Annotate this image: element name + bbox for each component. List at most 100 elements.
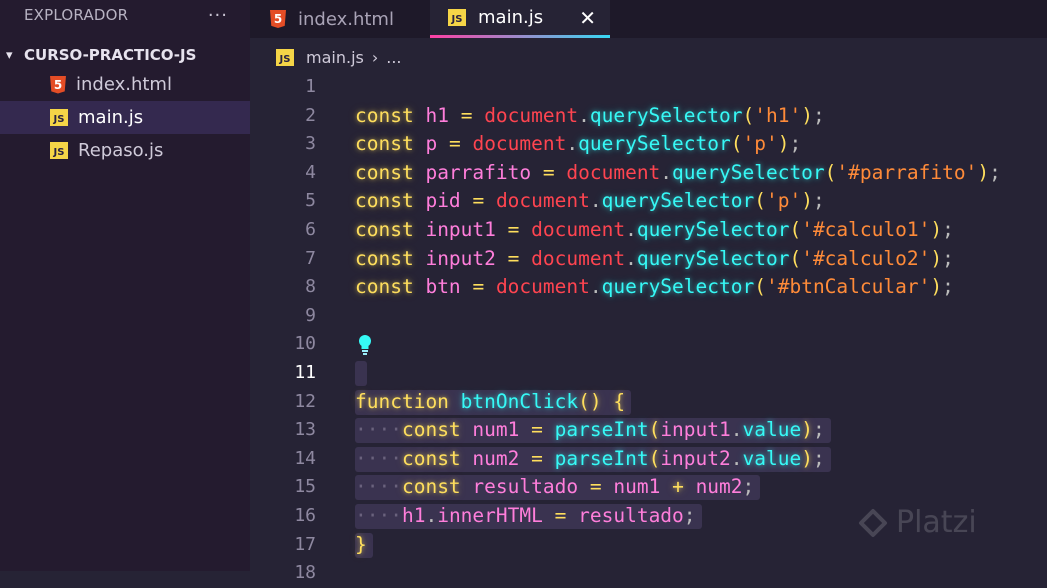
code-line[interactable]: 18	[250, 559, 1047, 588]
code-token: (	[789, 246, 802, 270]
code-token: =	[472, 275, 485, 299]
code-token: 'h1'	[754, 103, 802, 127]
chevron-right-icon: ›	[371, 47, 379, 67]
code-token: (	[742, 103, 755, 127]
breadcrumb-symbols[interactable]: ...	[386, 48, 401, 67]
code-token: ;	[812, 446, 825, 470]
code-line[interactable]: 13 ····const num1 = parseInt(input1.value…	[250, 416, 1047, 445]
code-text: }	[355, 531, 367, 560]
code-token: )	[801, 103, 813, 127]
whitespace-marker: ····	[355, 418, 402, 442]
line-number: 16	[294, 504, 316, 526]
code-token: ;	[683, 503, 696, 527]
code-token: )	[777, 132, 790, 156]
close-icon[interactable]: ✕	[579, 6, 596, 30]
code-token: querySelector	[672, 160, 825, 184]
file-item-index-html[interactable]: 5 index.html	[0, 68, 250, 101]
code-line[interactable]: 12 function btnOnClick() {	[250, 388, 1047, 417]
code-token: =	[507, 246, 520, 270]
line-number: 11	[294, 361, 316, 383]
watermark-text: Platzi	[896, 505, 977, 540]
line-number: 3	[305, 133, 316, 155]
code-line[interactable]: 11	[250, 359, 1047, 388]
code-line[interactable]: 6 const input1 = document.querySelector('…	[250, 216, 1047, 245]
code-token: =	[542, 160, 555, 184]
code-token: =	[472, 189, 485, 213]
code-token: '#parrafito'	[836, 160, 978, 184]
file-item-repaso-js[interactable]: JS Repaso.js	[0, 134, 250, 167]
code-line[interactable]: 2 const h1 = document.querySelector('h1')…	[250, 102, 1047, 131]
code-token: innerHTML	[437, 503, 543, 527]
code-token: querySelector	[636, 246, 790, 270]
code-text: const btn = document.querySelector('#btn…	[355, 273, 954, 302]
code-token: {	[613, 389, 626, 413]
lightbulb-icon[interactable]	[356, 333, 374, 357]
explorer-title: EXPLORADOR	[24, 6, 129, 24]
code-line[interactable]: 14 ····const num2 = parseInt(input2.value…	[250, 445, 1047, 474]
code-token: querySelector	[601, 275, 755, 299]
code-token: const	[355, 246, 414, 270]
code-line[interactable]: 7 const input2 = document.querySelector('…	[250, 245, 1047, 274]
selection-highlight	[355, 360, 367, 386]
line-number: 18	[294, 562, 316, 584]
code-token: (	[648, 418, 661, 442]
line-number: 1	[305, 76, 316, 97]
code-token: (	[754, 189, 766, 213]
whitespace-marker: ····	[355, 503, 402, 527]
code-token: 'p'	[765, 189, 802, 213]
code-line[interactable]: 9	[250, 302, 1047, 331]
platzi-watermark: Platzi	[858, 505, 977, 540]
code-token: num1	[472, 418, 520, 442]
code-token: document	[495, 275, 590, 299]
code-token: )	[801, 418, 813, 442]
code-token: value	[742, 418, 802, 442]
whitespace-marker: ····	[355, 475, 402, 499]
whitespace-marker: ····	[355, 446, 402, 470]
code-line[interactable]: 5 const pid = document.querySelector('p')…	[250, 187, 1047, 216]
code-token: )	[930, 275, 943, 299]
tab-index-html[interactable]: 5 index.html	[250, 0, 430, 38]
code-token: .	[589, 275, 602, 299]
code-token: ;	[789, 132, 802, 156]
code-line[interactable]: 10	[250, 330, 1047, 359]
code-token: document	[484, 103, 579, 127]
code-token: const	[355, 160, 414, 184]
explorer-sidebar: EXPLORADOR ··· ▾ CURSO-PRACTICO-JS 5 ind…	[0, 0, 250, 571]
line-number: 9	[305, 304, 316, 326]
code-token: const	[401, 446, 461, 470]
code-token: ;	[812, 189, 825, 213]
file-item-main-js[interactable]: JS main.js	[0, 101, 250, 134]
code-token: document	[472, 132, 567, 156]
workspace-folder[interactable]: ▾ CURSO-PRACTICO-JS	[0, 42, 250, 68]
code-token: )	[801, 446, 813, 470]
tab-main-js[interactable]: JS main.js ✕	[430, 0, 610, 38]
line-number: 2	[305, 104, 316, 126]
line-number: 4	[305, 161, 316, 183]
file-label: main.js	[78, 107, 144, 128]
html-file-icon: 5	[270, 10, 286, 28]
code-line[interactable]: 15 ····const resultado = num1 + num2;	[250, 473, 1047, 502]
code-line[interactable]: 4 const parrafito = document.querySelecto…	[250, 159, 1047, 188]
code-line[interactable]: 1	[250, 73, 1047, 102]
code-token: ;	[942, 246, 954, 270]
code-token: =	[531, 418, 543, 442]
code-token: ;	[942, 217, 954, 241]
breadcrumb-file[interactable]: main.js	[306, 48, 364, 67]
code-line[interactable]: 3 const p = document.querySelector('p');	[250, 130, 1047, 159]
line-number: 7	[305, 247, 316, 269]
code-token: parseInt	[554, 446, 649, 470]
code-token: =	[507, 217, 520, 241]
more-actions-icon[interactable]: ···	[208, 5, 228, 26]
code-text: function btnOnClick() {	[355, 388, 625, 417]
code-line[interactable]: 8 const btn = document.querySelector('#bt…	[250, 273, 1047, 302]
code-text: const parrafito = document.querySelector…	[355, 159, 1001, 188]
